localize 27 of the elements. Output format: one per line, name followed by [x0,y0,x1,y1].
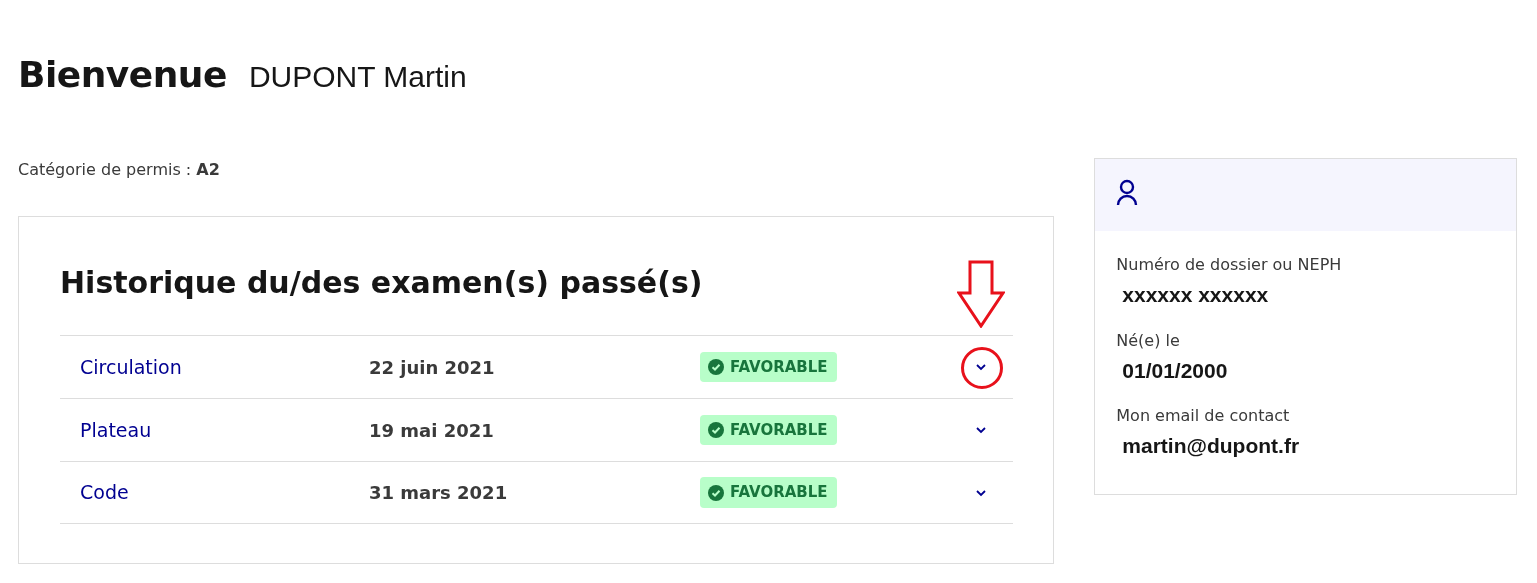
chevron-down-icon [975,426,988,434]
field-value: 01/01/2000 [1122,357,1229,384]
exam-date: 19 mai 2021 [369,418,495,443]
status-badge: FAVORABLE [700,414,837,446]
check-icon [708,484,724,501]
user-name: DUPONT Martin [248,59,467,95]
down-arrow-icon [957,260,1006,328]
chevron-down-icon [975,363,988,371]
exam-date: 31 mars 2021 [369,481,509,505]
exam-link[interactable]: Plateau [60,415,369,445]
welcome-heading: Bienvenue [18,53,227,97]
exam-link[interactable]: Code [60,478,369,507]
field-value: martin@dupont.fr [1122,433,1301,459]
exam-link[interactable]: Circulation [60,352,369,382]
field-label: Né(e) le [1116,329,1181,352]
field-label: Mon email de contact [1116,405,1291,427]
user-icon [1115,179,1140,207]
licence-category: Catégorie de permis : A2 [18,159,221,181]
check-icon [708,359,724,375]
status-badge: FAVORABLE [700,477,837,508]
chevron-down-icon [975,488,988,497]
exam-date: 22 juin 2021 [369,355,496,380]
check-icon [708,422,724,438]
status-badge: FAVORABLE [700,351,837,383]
field-label: Numéro de dossier ou NEPH [1116,254,1343,276]
section-title: Historique du/des examen(s) passé(s) [60,265,703,301]
field-value: xxxxxx xxxxxx [1122,282,1270,308]
